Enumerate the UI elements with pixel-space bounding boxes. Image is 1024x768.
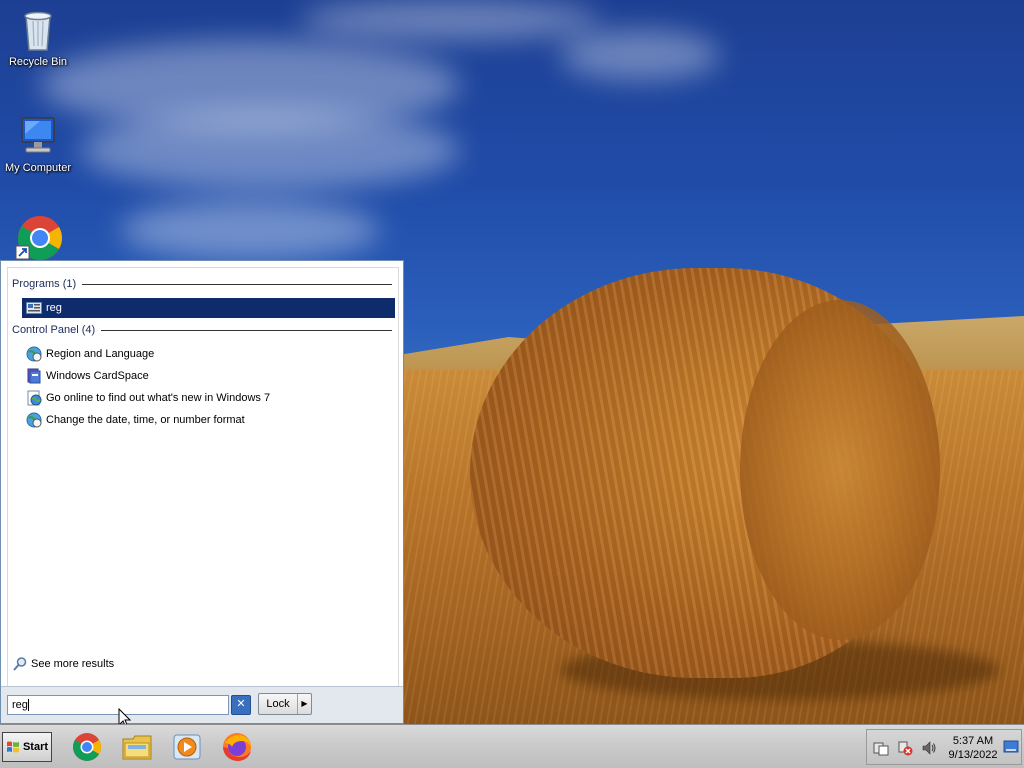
clock-date: 9/13/2022: [948, 749, 998, 761]
group-header-label: Control Panel (4): [12, 324, 96, 336]
start-menu: Programs (1) reg Control Panel (4) Regio…: [0, 260, 404, 724]
firefox-icon: [220, 733, 254, 766]
result-item-label: Windows CardSpace: [46, 370, 149, 382]
chrome-icon: [70, 733, 104, 766]
desktop-icon-label: My Computer: [4, 162, 72, 174]
globe-clock-icon: [26, 346, 42, 362]
media-player-icon: [170, 734, 204, 766]
search-icon: [12, 656, 28, 672]
taskbar-app-firefox[interactable]: [220, 731, 254, 763]
recycle-bin-icon: [14, 6, 62, 54]
taskbar: Start 5:37 AM 9/13/2022: [0, 724, 1024, 768]
search-results-panel: Programs (1) reg Control Panel (4) Regio…: [7, 267, 399, 687]
desktop-icon-recycle-bin[interactable]: Recycle Bin: [0, 6, 76, 68]
chevron-right-icon[interactable]: ▶: [297, 694, 311, 714]
windows-logo-icon: [6, 740, 20, 754]
result-item-cardspace[interactable]: Windows CardSpace: [22, 366, 398, 386]
result-item-label: Region and Language: [46, 348, 155, 360]
action-center-icon[interactable]: [873, 740, 889, 759]
result-item-whats-new[interactable]: Go online to find out what's new in Wind…: [22, 388, 398, 408]
result-item-date-time-format[interactable]: Change the date, time, or number format: [22, 410, 398, 430]
web-icon: [26, 390, 42, 406]
start-menu-bottom-bar: reg ✕ Lock ▶: [1, 686, 403, 723]
taskbar-app-explorer[interactable]: [120, 731, 154, 763]
start-label: Start: [22, 741, 49, 753]
clear-search-button[interactable]: ✕: [231, 695, 251, 715]
file-explorer-icon: [120, 735, 154, 766]
see-more-label: See more results: [31, 658, 115, 670]
see-more-results-link[interactable]: See more results: [12, 656, 114, 672]
cardspace-icon: [26, 368, 42, 384]
group-header-label: Programs (1): [12, 278, 77, 290]
system-tray: 5:37 AM 9/13/2022: [866, 729, 1022, 765]
network-error-icon[interactable]: [897, 740, 913, 759]
taskbar-clock[interactable]: 5:37 AM 9/13/2022: [947, 734, 999, 762]
taskbar-app-media-player[interactable]: [170, 731, 204, 763]
globe-clock-icon: [26, 412, 42, 428]
result-item-region-language[interactable]: Region and Language: [22, 344, 398, 364]
desktop-icon-my-computer[interactable]: My Computer: [0, 112, 76, 174]
show-desktop-icon[interactable]: [1003, 740, 1019, 757]
desktop-icon-chrome[interactable]: [0, 212, 76, 262]
lock-button[interactable]: Lock ▶: [258, 693, 312, 715]
registry-editor-icon: [26, 300, 42, 316]
group-header-control-panel: Control Panel (4): [12, 322, 392, 338]
chrome-shortcut-icon: [14, 212, 62, 260]
result-item-label: Go online to find out what's new in Wind…: [46, 392, 271, 404]
search-input-value: reg: [12, 699, 28, 711]
volume-icon[interactable]: [921, 740, 937, 759]
result-item-reg[interactable]: reg: [22, 298, 395, 318]
taskbar-app-chrome[interactable]: [70, 731, 104, 763]
clock-time: 5:37 AM: [952, 735, 994, 747]
desktop-icon-label: Recycle Bin: [8, 56, 68, 68]
lock-button-label: Lock: [266, 698, 290, 710]
group-header-programs: Programs (1): [12, 276, 392, 292]
start-button[interactable]: Start: [2, 732, 52, 762]
result-item-label: Change the date, time, or number format: [46, 414, 245, 426]
result-item-label: reg: [46, 302, 62, 314]
computer-icon: [14, 112, 62, 160]
close-icon: ✕: [236, 698, 246, 710]
